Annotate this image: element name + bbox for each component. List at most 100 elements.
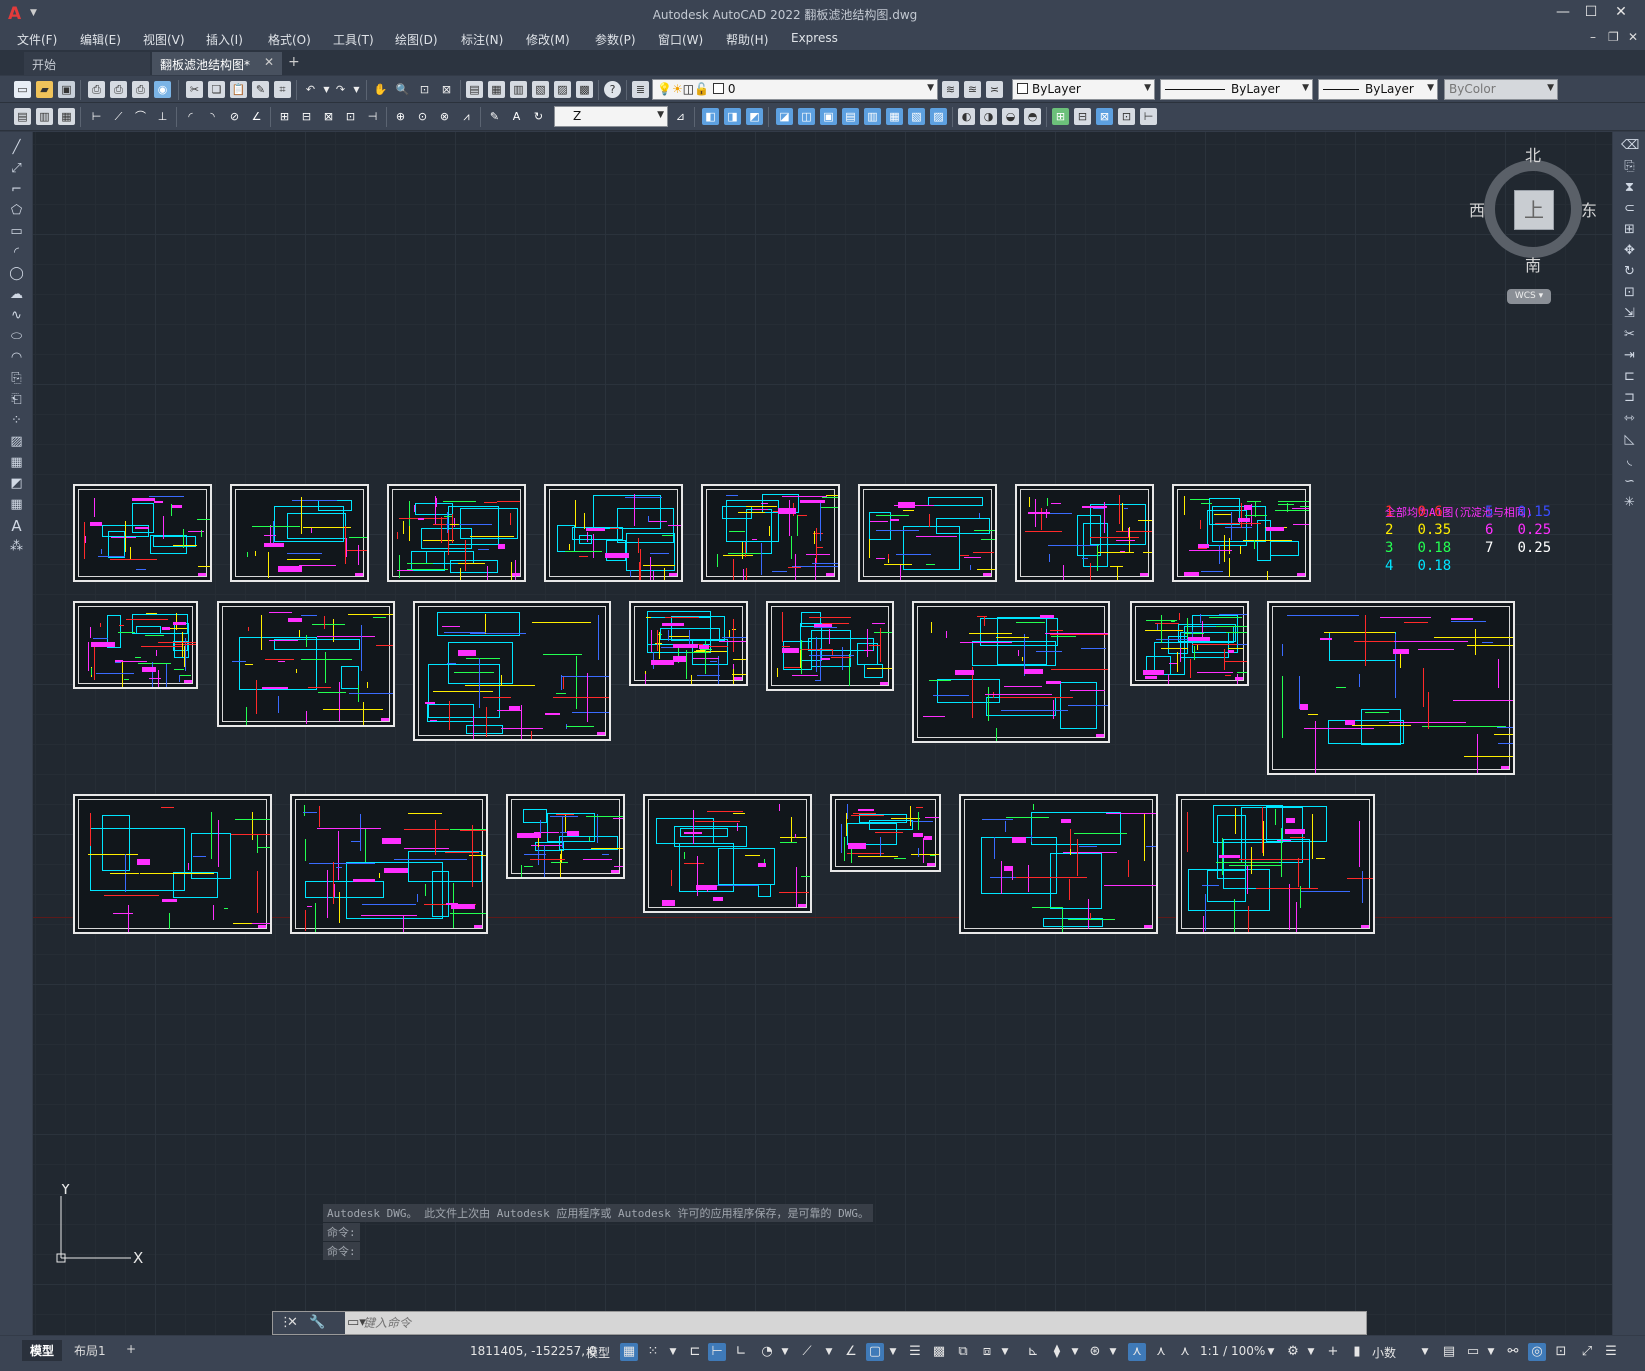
selection-cycling-icon[interactable]: ⧉ [954, 1343, 972, 1361]
plot-preview-icon[interactable]: ⎙ [110, 81, 127, 98]
gradient-icon[interactable]: ▦ [8, 455, 25, 471]
point-icon[interactable]: ⁘ [8, 413, 25, 429]
ucs-world-icon[interactable]: ◫ [798, 108, 815, 125]
help-icon[interactable]: ? [604, 81, 621, 98]
dim-space-icon[interactable]: ⊡ [342, 108, 359, 125]
rotate-icon[interactable]: ↻ [1621, 264, 1638, 280]
layer-state-icon[interactable]: ≍ [986, 81, 1003, 98]
units-chevron-icon[interactable]: ▼ [1416, 1343, 1434, 1361]
dim-style-icon[interactable]: ⊿ [672, 108, 689, 125]
close-icon[interactable]: ✕ [1610, 4, 1632, 24]
break-icon[interactable]: ⊐ [1621, 390, 1638, 406]
menu-insert[interactable]: 插入(I) [206, 31, 243, 48]
insert-block-icon[interactable]: ⎘ [8, 371, 25, 387]
infer-constraints-icon[interactable]: ⊏ [686, 1343, 704, 1361]
osnap-chevron-icon[interactable]: ▼ [884, 1343, 902, 1361]
undo-icon[interactable]: ↶ [302, 81, 319, 98]
hatch-icon[interactable]: ▨ [8, 434, 25, 450]
region-icon[interactable]: ◩ [8, 476, 25, 492]
move-icon[interactable]: ✥ [1621, 243, 1638, 259]
visual-style-icon[interactable]: ◓ [1024, 108, 1041, 125]
annotation-monitor-icon[interactable]: + [1324, 1343, 1342, 1361]
match-properties-icon[interactable]: ✎ [252, 81, 269, 98]
cut-icon[interactable]: ✂ [186, 81, 203, 98]
layer-previous-icon[interactable]: ≊ [964, 81, 981, 98]
save-icon[interactable]: ▣ [58, 81, 75, 98]
publish-icon[interactable]: ⎙ [132, 81, 149, 98]
viewcube[interactable]: 上 北 南 西 东 [1469, 142, 1599, 282]
baseline-dim-icon[interactable]: ⊟ [298, 108, 315, 125]
scale-icon[interactable]: ⊡ [1621, 285, 1638, 301]
group-icon[interactable]: ⊞ [1052, 108, 1069, 125]
isodraft-chevron-icon[interactable]: ▼ [820, 1343, 838, 1361]
arc-icon[interactable]: ◜ [8, 245, 25, 261]
center-mark-icon[interactable]: ⊙ [414, 108, 431, 125]
customize-wrench-icon[interactable]: 🔧 [309, 1315, 325, 1330]
radius-dim-icon[interactable]: ◜ [182, 108, 199, 125]
rectangle-icon[interactable]: ▭ [8, 224, 25, 240]
osnap-icon[interactable]: ▢ [866, 1343, 884, 1361]
polyline-icon[interactable]: ⌐ [8, 182, 25, 198]
inspection-icon[interactable]: ⊗ [436, 108, 453, 125]
array-object-icon[interactable]: ⊞ [1621, 222, 1638, 238]
drawing-canvas[interactable]: 上 北 南 西 东 WCS ▾ 全部均为A1图(沉淀池与相同) 1 0.6 2 0.3… [33, 132, 1612, 1335]
snap-icon[interactable]: ⁙ [644, 1343, 662, 1361]
measure-icon[interactable]: ⊢ [1140, 108, 1157, 125]
align-icon[interactable]: ⊡ [1118, 108, 1135, 125]
plotstyle-dropdown[interactable]: ByColor ▼ [1444, 79, 1558, 100]
pan-icon[interactable]: ✋ [372, 81, 389, 98]
tool-palettes-icon[interactable]: ▥ [510, 81, 527, 98]
tab-drawing[interactable]: 翻板滤池结构图* ✕ [152, 52, 282, 75]
workspace-chevron-icon[interactable]: ▼ [1302, 1343, 1320, 1361]
angular-dim-icon[interactable]: ∠ [248, 108, 265, 125]
gizmo-chevron-icon[interactable]: ▼ [1104, 1343, 1122, 1361]
gizmo-icon[interactable]: ⊛ [1086, 1343, 1104, 1361]
doc-close-icon[interactable]: ✕ [1628, 30, 1638, 44]
copy-object-icon[interactable]: ⎘ [1621, 159, 1638, 175]
ucs-previous-icon[interactable]: ▣ [820, 108, 837, 125]
dimstyle-dropdown[interactable]: Z ▼ [554, 106, 668, 127]
menu-tools[interactable]: 工具(T) [333, 31, 374, 48]
viewcube-top-face[interactable]: 上 [1514, 190, 1554, 230]
explode-icon[interactable]: ✳ [1621, 495, 1638, 511]
stretch-icon[interactable]: ⇲ [1621, 306, 1638, 322]
3d-osnap-icon[interactable]: ⧈ [978, 1343, 996, 1361]
open-icon[interactable]: ▰ [36, 81, 53, 98]
units-icon[interactable]: ▮ [1348, 1343, 1366, 1361]
arc-length-icon[interactable]: ⌒ [132, 108, 149, 125]
paste-icon[interactable]: 📋 [230, 81, 247, 98]
quick-dim-icon[interactable]: ⊞ [276, 108, 293, 125]
mirror-icon[interactable]: ⧗ [1621, 180, 1638, 196]
color-dropdown[interactable]: ByLayer ▼ [1012, 79, 1155, 100]
orbit-icon[interactable]: ◒ [1002, 108, 1019, 125]
auto-scale-icon[interactable]: ⋏ [1152, 1343, 1170, 1361]
construction-line-icon[interactable]: ⤢ [8, 161, 25, 177]
render-icon[interactable]: ◑ [980, 108, 997, 125]
object-tracking-icon[interactable]: ∠ [842, 1343, 860, 1361]
line-icon[interactable]: ╱ [8, 140, 25, 156]
layer-properties-icon[interactable]: ≣ [632, 81, 649, 98]
3d-print-icon[interactable]: ◉ [154, 81, 171, 98]
ellipse-icon[interactable]: ⬭ [8, 329, 25, 345]
polar-chevron-icon[interactable]: ▼ [776, 1343, 794, 1361]
layer-isolate-icon[interactable]: ▦ [58, 108, 75, 125]
table-icon[interactable]: ▦ [8, 497, 25, 513]
menu-window[interactable]: 窗口(W) [658, 31, 703, 48]
ucs-face-icon[interactable]: ▤ [842, 108, 859, 125]
coordinates-readout[interactable]: 1811405, -152257, 0 [470, 1344, 596, 1358]
mtext-icon[interactable]: A [8, 518, 25, 534]
menu-dimension[interactable]: 标注(N) [461, 31, 503, 48]
tolerance-icon[interactable]: ⊕ [392, 108, 409, 125]
units-dropdown[interactable]: 小数 [1372, 1344, 1396, 1361]
model-space-button[interactable]: 模型 [586, 1344, 610, 1361]
spline-icon[interactable]: ∿ [8, 308, 25, 324]
workspace-gear-icon[interactable]: ⚙ [1284, 1343, 1302, 1361]
isolate-objects-icon[interactable]: ⚯ [1504, 1343, 1522, 1361]
doc-minimize-icon[interactable]: – [1590, 30, 1596, 44]
maximize-icon[interactable]: ☐ [1580, 4, 1602, 24]
new-icon[interactable]: ▭ [14, 81, 31, 98]
zoom-realtime-icon[interactable]: 🔍 [394, 81, 411, 98]
redo-chevron-icon[interactable]: ▼ [348, 81, 365, 98]
menu-view[interactable]: 视图(V) [143, 31, 185, 48]
plot-icon[interactable]: ⎙ [88, 81, 105, 98]
